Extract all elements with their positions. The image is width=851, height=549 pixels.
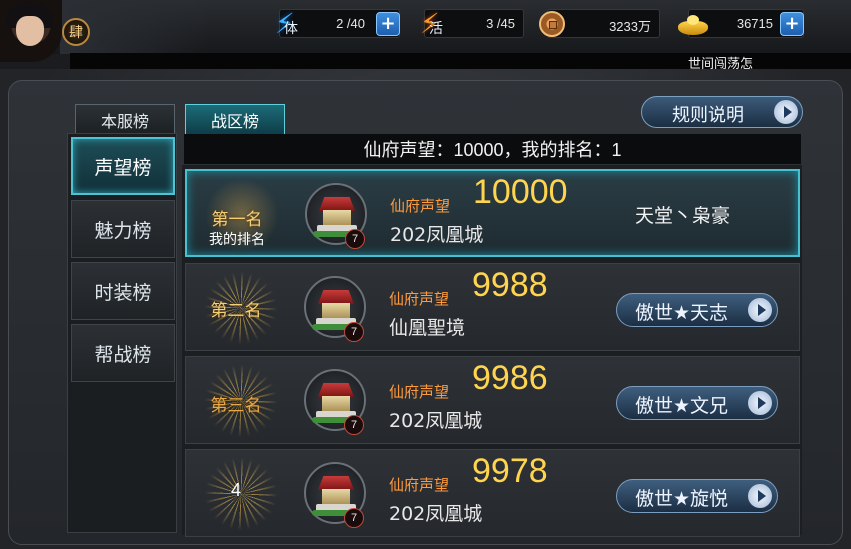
player-name: 傲世★旋悦 [635,488,729,510]
tab-server-ranking[interactable]: 本服榜 [75,104,175,134]
player-name: 傲世★天志 [635,302,729,324]
palace-level-badge: 7 [344,322,364,342]
gold-counter: 36715 + [678,9,804,38]
vip-level-badge: 肆 [62,18,90,46]
gold-ingot-icon [675,6,711,42]
sidebar-item-guild-war[interactable]: 帮战榜 [71,324,175,382]
player-profile-button[interactable]: 傲世★旋悦 [616,479,778,513]
gold-value: 36715 [736,16,773,31]
server-name: 202凤凰城 [390,224,484,246]
metric-value: 9988 [472,266,548,304]
server-name: 202凤凰城 [389,410,483,432]
sidebar-item-fashion[interactable]: 时装榜 [71,262,175,320]
stamina-bolt-icon: ⚡ 体 [275,7,298,40]
player-profile-button[interactable]: 傲世★文兄 [616,386,778,420]
rules-button-label: 规则说明 [672,105,744,126]
copper-counter: 3233万 [539,9,660,38]
metric-label: 仙府声望 [390,197,451,215]
vitality-bolt-icon: ⚡ 活 [420,7,443,40]
rank-number: 4 [230,480,241,500]
ranking-row[interactable]: 第二名 7 仙府声望 9988 仙凰聖境 傲世★天志 [185,263,800,351]
avatar-face [16,16,44,46]
stamina-icon-label: 体 [284,21,298,37]
metric-label: 仙府声望 [389,476,450,494]
palace-level-badge: 7 [345,229,365,249]
stamina-value: 2 /40 [336,16,365,31]
vitality-counter: ⚡ 活 3 /45 [420,9,524,39]
marquee-bar: 世间闯荡怎 [70,53,851,72]
vitality-icon-label: 活 [429,21,443,37]
sidebar-item-reputation[interactable]: 声望榜 [71,137,175,195]
play-arrow-icon [774,100,798,124]
stamina-counter: ⚡ 体 2 /40 + [275,9,400,39]
add-gold-button[interactable]: + [780,12,804,36]
rank-label: 第二名 [210,301,262,321]
player-avatar[interactable] [0,0,62,62]
tab-warzone-ranking[interactable]: 战区榜 [185,104,285,134]
palace-level-badge: 7 [344,508,364,528]
player-profile-button[interactable]: 傲世★天志 [616,293,778,327]
ranking-row[interactable]: 第三名 7 仙府声望 9986 202凤凰城 傲世★文兄 [185,356,800,444]
metric-value: 9986 [472,359,548,397]
player-name: 傲世★文兄 [635,395,729,417]
palace-level-badge: 7 [344,415,364,435]
play-arrow-icon [748,484,772,508]
vitality-value: 3 /45 [486,16,515,31]
ranking-row[interactable]: 4 7 仙府声望 9978 202凤凰城 傲世★旋悦 [185,449,800,537]
play-arrow-icon [748,298,772,322]
add-stamina-button[interactable]: + [376,12,400,36]
my-rank-summary: 仙府声望：10000，我的排名：1 [184,134,801,164]
player-name: 天堂丶枭豪 [635,205,731,227]
ranking-row[interactable]: 第一名 我的排名 7 仙府声望 10000 202凤凰城 天堂丶枭豪 [185,169,800,257]
metric-value: 10000 [473,173,568,211]
my-rank-tag: 我的排名 [209,232,265,248]
metric-label: 仙府声望 [389,290,450,308]
rank-label: 第三名 [210,396,262,416]
copper-coin-icon [534,6,570,42]
sidebar-item-charm[interactable]: 魅力榜 [71,200,175,258]
metric-value: 9978 [472,452,548,490]
play-arrow-icon [748,391,772,415]
copper-value: 3233万 [609,19,651,34]
metric-label: 仙府声望 [389,383,450,401]
server-name: 仙凰聖境 [389,317,466,339]
rank-label: 第一名 [211,210,263,230]
server-name: 202凤凰城 [389,503,483,525]
rules-button[interactable]: 规则说明 [641,96,803,128]
